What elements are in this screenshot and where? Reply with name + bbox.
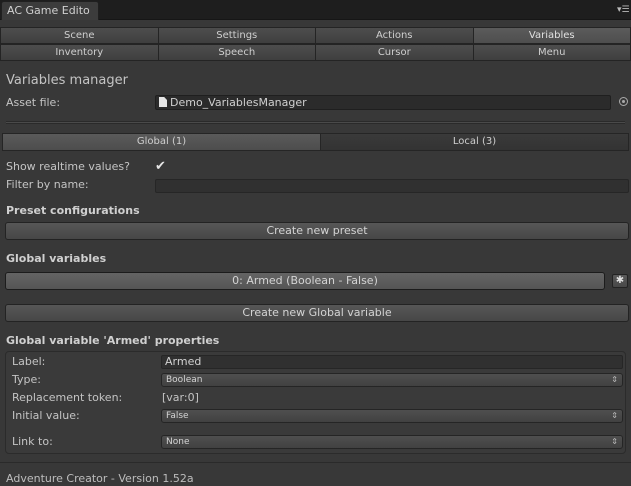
dropdown-arrows-icon: ⇕ [611, 411, 618, 420]
dropdown-arrows-icon: ⇕ [611, 437, 618, 446]
label-input[interactable]: Armed [161, 355, 623, 369]
link-to-value: None [166, 437, 190, 447]
variable-item-armed[interactable]: 0: Armed (Boolean - False) [5, 272, 605, 290]
filter-label: Filter by name: [6, 178, 89, 191]
tab-cursor[interactable]: Cursor [315, 44, 473, 61]
tab-global[interactable]: Global (1) [2, 133, 321, 151]
version-label: Adventure Creator - Version 1.52a [6, 472, 194, 485]
dropdown-arrows-icon: ⇕ [611, 375, 618, 384]
initial-value-label: Initial value: [12, 409, 80, 422]
type-dropdown[interactable]: Boolean ⇕ [161, 373, 623, 387]
token-label: Replacement token: [12, 391, 123, 404]
tab-menu[interactable]: Menu [472, 44, 631, 61]
document-icon [159, 97, 167, 107]
type-value: Boolean [166, 375, 203, 385]
menu-icon[interactable]: ▾☰ [617, 5, 630, 15]
realtime-label: Show realtime values? [6, 160, 130, 173]
window-tab[interactable]: AC Game Edito [1, 1, 99, 20]
tab-inventory[interactable]: Inventory [0, 44, 158, 61]
tab-row-1: Scene Settings Actions Variables [0, 27, 631, 44]
tab-actions[interactable]: Actions [315, 27, 473, 44]
asset-file-field[interactable]: Demo_VariablesManager [155, 95, 611, 110]
manager-title: Variables manager [6, 73, 128, 88]
gear-icon[interactable]: ✱ [612, 274, 628, 288]
link-to-label: Link to: [12, 435, 53, 448]
asset-file-value: Demo_VariablesManager [170, 96, 307, 109]
create-global-variable-button[interactable]: Create new Global variable [5, 304, 629, 322]
tab-scene[interactable]: Scene [0, 27, 158, 44]
tab-settings[interactable]: Settings [157, 27, 315, 44]
separator [6, 121, 625, 124]
create-preset-button[interactable]: Create new preset [5, 222, 629, 240]
token-value: [var:0] [162, 391, 199, 404]
label-label: Label: [12, 355, 46, 368]
link-to-dropdown[interactable]: None ⇕ [161, 435, 623, 449]
tab-speech[interactable]: Speech [157, 44, 315, 61]
tab-variables[interactable]: Variables [472, 27, 631, 44]
manager-tab-grid: Scene Settings Actions Variables Invento… [0, 27, 631, 61]
presets-heading: Preset configurations [6, 204, 140, 217]
initial-value: False [166, 411, 189, 421]
tab-local[interactable]: Local (3) [320, 133, 629, 151]
type-label: Type: [12, 373, 41, 386]
window-titlebar: AC Game Edito ▾☰ [0, 0, 631, 20]
tab-row-2: Inventory Speech Cursor Menu [0, 44, 631, 61]
properties-panel: Label: Armed Type: Boolean ⇕ Replacement… [5, 351, 626, 454]
properties-heading: Global variable 'Armed' properties [6, 334, 220, 347]
footer-separator [0, 462, 631, 463]
object-picker-icon[interactable] [619, 97, 628, 106]
initial-value-dropdown[interactable]: False ⇕ [161, 409, 623, 423]
global-variables-heading: Global variables [6, 252, 107, 265]
realtime-checkbox[interactable]: ✔ [155, 160, 167, 173]
asset-file-label: Asset file: [6, 96, 61, 109]
filter-input[interactable] [155, 179, 629, 193]
